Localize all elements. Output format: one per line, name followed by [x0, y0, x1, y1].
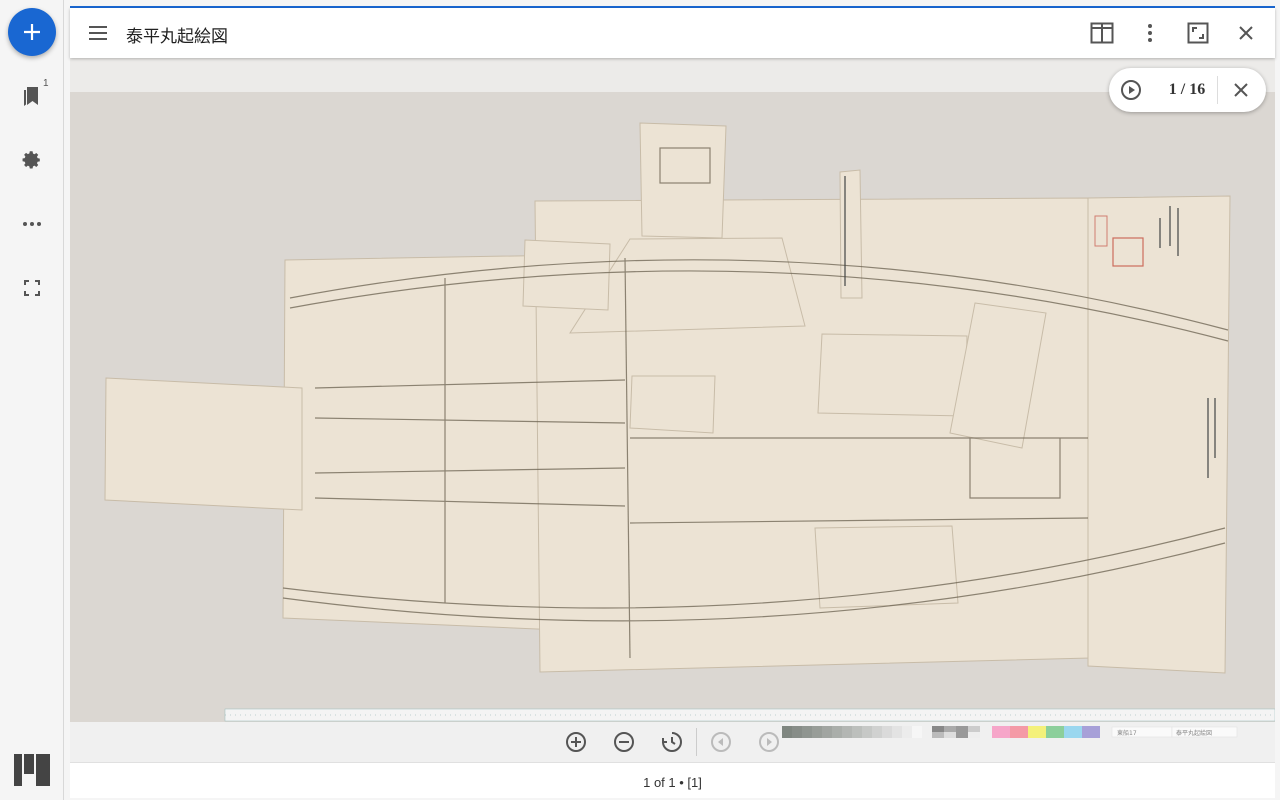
settings-button[interactable]	[12, 140, 52, 180]
more-options-button[interactable]	[12, 204, 52, 244]
page-status-bar: 1 of 1 • [1]	[70, 762, 1275, 798]
rotate-icon[interactable]	[660, 730, 684, 754]
strip-label-left: 東船17	[1117, 729, 1137, 737]
menu-icon	[89, 26, 107, 40]
more-vertical-icon	[1148, 24, 1152, 42]
left-rail: 1	[0, 0, 64, 800]
zoom-out-icon[interactable]	[612, 730, 636, 754]
fullscreen-rail-button[interactable]	[12, 268, 52, 308]
viewer-top-bar: 泰平丸起絵図	[70, 8, 1275, 58]
plus-icon	[24, 24, 40, 40]
strip-label-right: 泰平丸起絵図	[1176, 729, 1212, 737]
split-view-icon	[1090, 22, 1114, 44]
previous-page-icon[interactable]	[709, 730, 733, 754]
fullscreen-icon	[24, 280, 40, 296]
viewer-toolbar: 東船17 泰平丸起絵図	[70, 722, 1275, 762]
close-icon	[1239, 26, 1253, 40]
bookmark-count-badge: 1	[43, 78, 49, 89]
split-view-button[interactable]	[1086, 17, 1118, 49]
ship-drawing-image	[104, 122, 1275, 722]
page-counter: 1 / 16	[1168, 81, 1206, 98]
close-window-button[interactable]	[1230, 17, 1262, 49]
play-icon[interactable]	[1119, 78, 1143, 102]
viewer-window: 泰平丸起絵図 1 / 16 東船17 泰平丸起絵図 1 of 1 • [1]	[70, 6, 1275, 798]
bookmarks-icon	[24, 87, 38, 106]
page-counter-pill: 1 / 16	[1109, 68, 1266, 112]
page-status-text: 1 of 1 • [1]	[643, 775, 702, 790]
menu-button[interactable]	[82, 17, 114, 49]
document-title: 泰平丸起絵図	[126, 27, 228, 46]
maximize-button[interactable]	[1182, 17, 1214, 49]
app-logo	[14, 754, 50, 786]
pill-divider	[1217, 76, 1218, 104]
more-horizontal-icon	[23, 222, 41, 226]
toolbar-divider	[696, 728, 697, 756]
color-calibration-strip: 東船17 泰平丸起絵図	[782, 726, 1238, 738]
next-page-icon[interactable]	[757, 730, 781, 754]
gear-icon	[22, 151, 40, 169]
add-button[interactable]	[8, 8, 56, 56]
close-icon[interactable]	[1229, 78, 1253, 102]
fullscreen-icon	[1187, 22, 1209, 44]
zoom-in-icon[interactable]	[564, 730, 588, 754]
more-vertical-button[interactable]	[1134, 17, 1166, 49]
image-canvas[interactable]	[70, 58, 1275, 722]
